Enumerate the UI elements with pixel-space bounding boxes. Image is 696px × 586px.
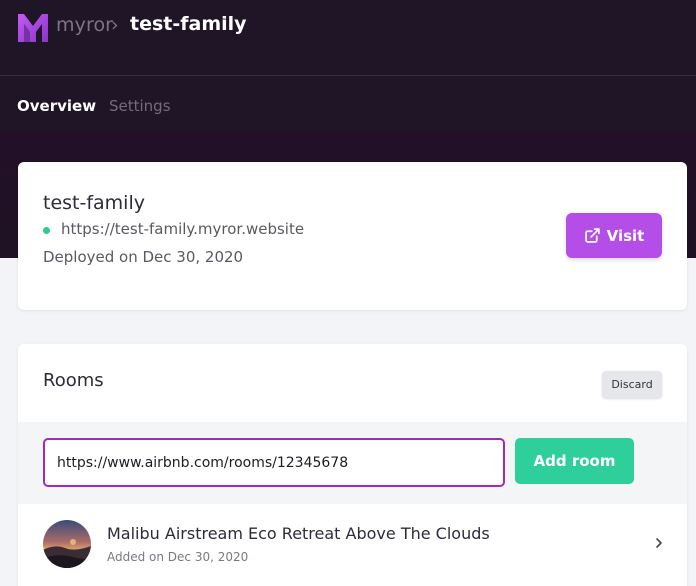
tab-bar — [0, 77, 696, 131]
rooms-card: Rooms Discard Add room Malibu Airstream … — [18, 344, 687, 586]
external-link-icon — [584, 228, 600, 243]
rooms-title: Rooms — [43, 370, 104, 391]
myror-logo-icon[interactable] — [16, 10, 50, 44]
status-dot-icon — [43, 227, 50, 234]
tab-settings[interactable]: Settings — [109, 97, 171, 115]
room-list-item[interactable]: Malibu Airstream Eco Retreat Above The C… — [18, 504, 687, 586]
brand-name[interactable]: myror — [56, 14, 113, 36]
tab-overview[interactable]: Overview — [17, 97, 96, 115]
visit-button[interactable]: Visit — [566, 213, 662, 258]
room-thumbnail — [43, 520, 91, 568]
site-card: test-family https://test-family.myror.we… — [18, 162, 687, 310]
discard-button[interactable]: Discard — [602, 371, 662, 398]
breadcrumb-site-title: test-family — [130, 13, 247, 35]
add-room-row: Add room — [18, 422, 687, 504]
top-bar: myror › test-family — [0, 0, 696, 76]
room-url-input[interactable] — [43, 438, 505, 487]
chevron-right-icon[interactable] — [654, 536, 664, 550]
room-name: Malibu Airstream Eco Retreat Above The C… — [107, 524, 490, 543]
room-added-date: Added on Dec 30, 2020 — [107, 550, 249, 564]
site-name: test-family — [43, 192, 145, 214]
site-url[interactable]: https://test-family.myror.website — [61, 220, 304, 238]
deployed-date: Deployed on Dec 30, 2020 — [43, 248, 244, 266]
breadcrumb-separator: › — [111, 14, 119, 36]
visit-button-label: Visit — [606, 226, 645, 245]
add-room-button[interactable]: Add room — [515, 438, 634, 484]
